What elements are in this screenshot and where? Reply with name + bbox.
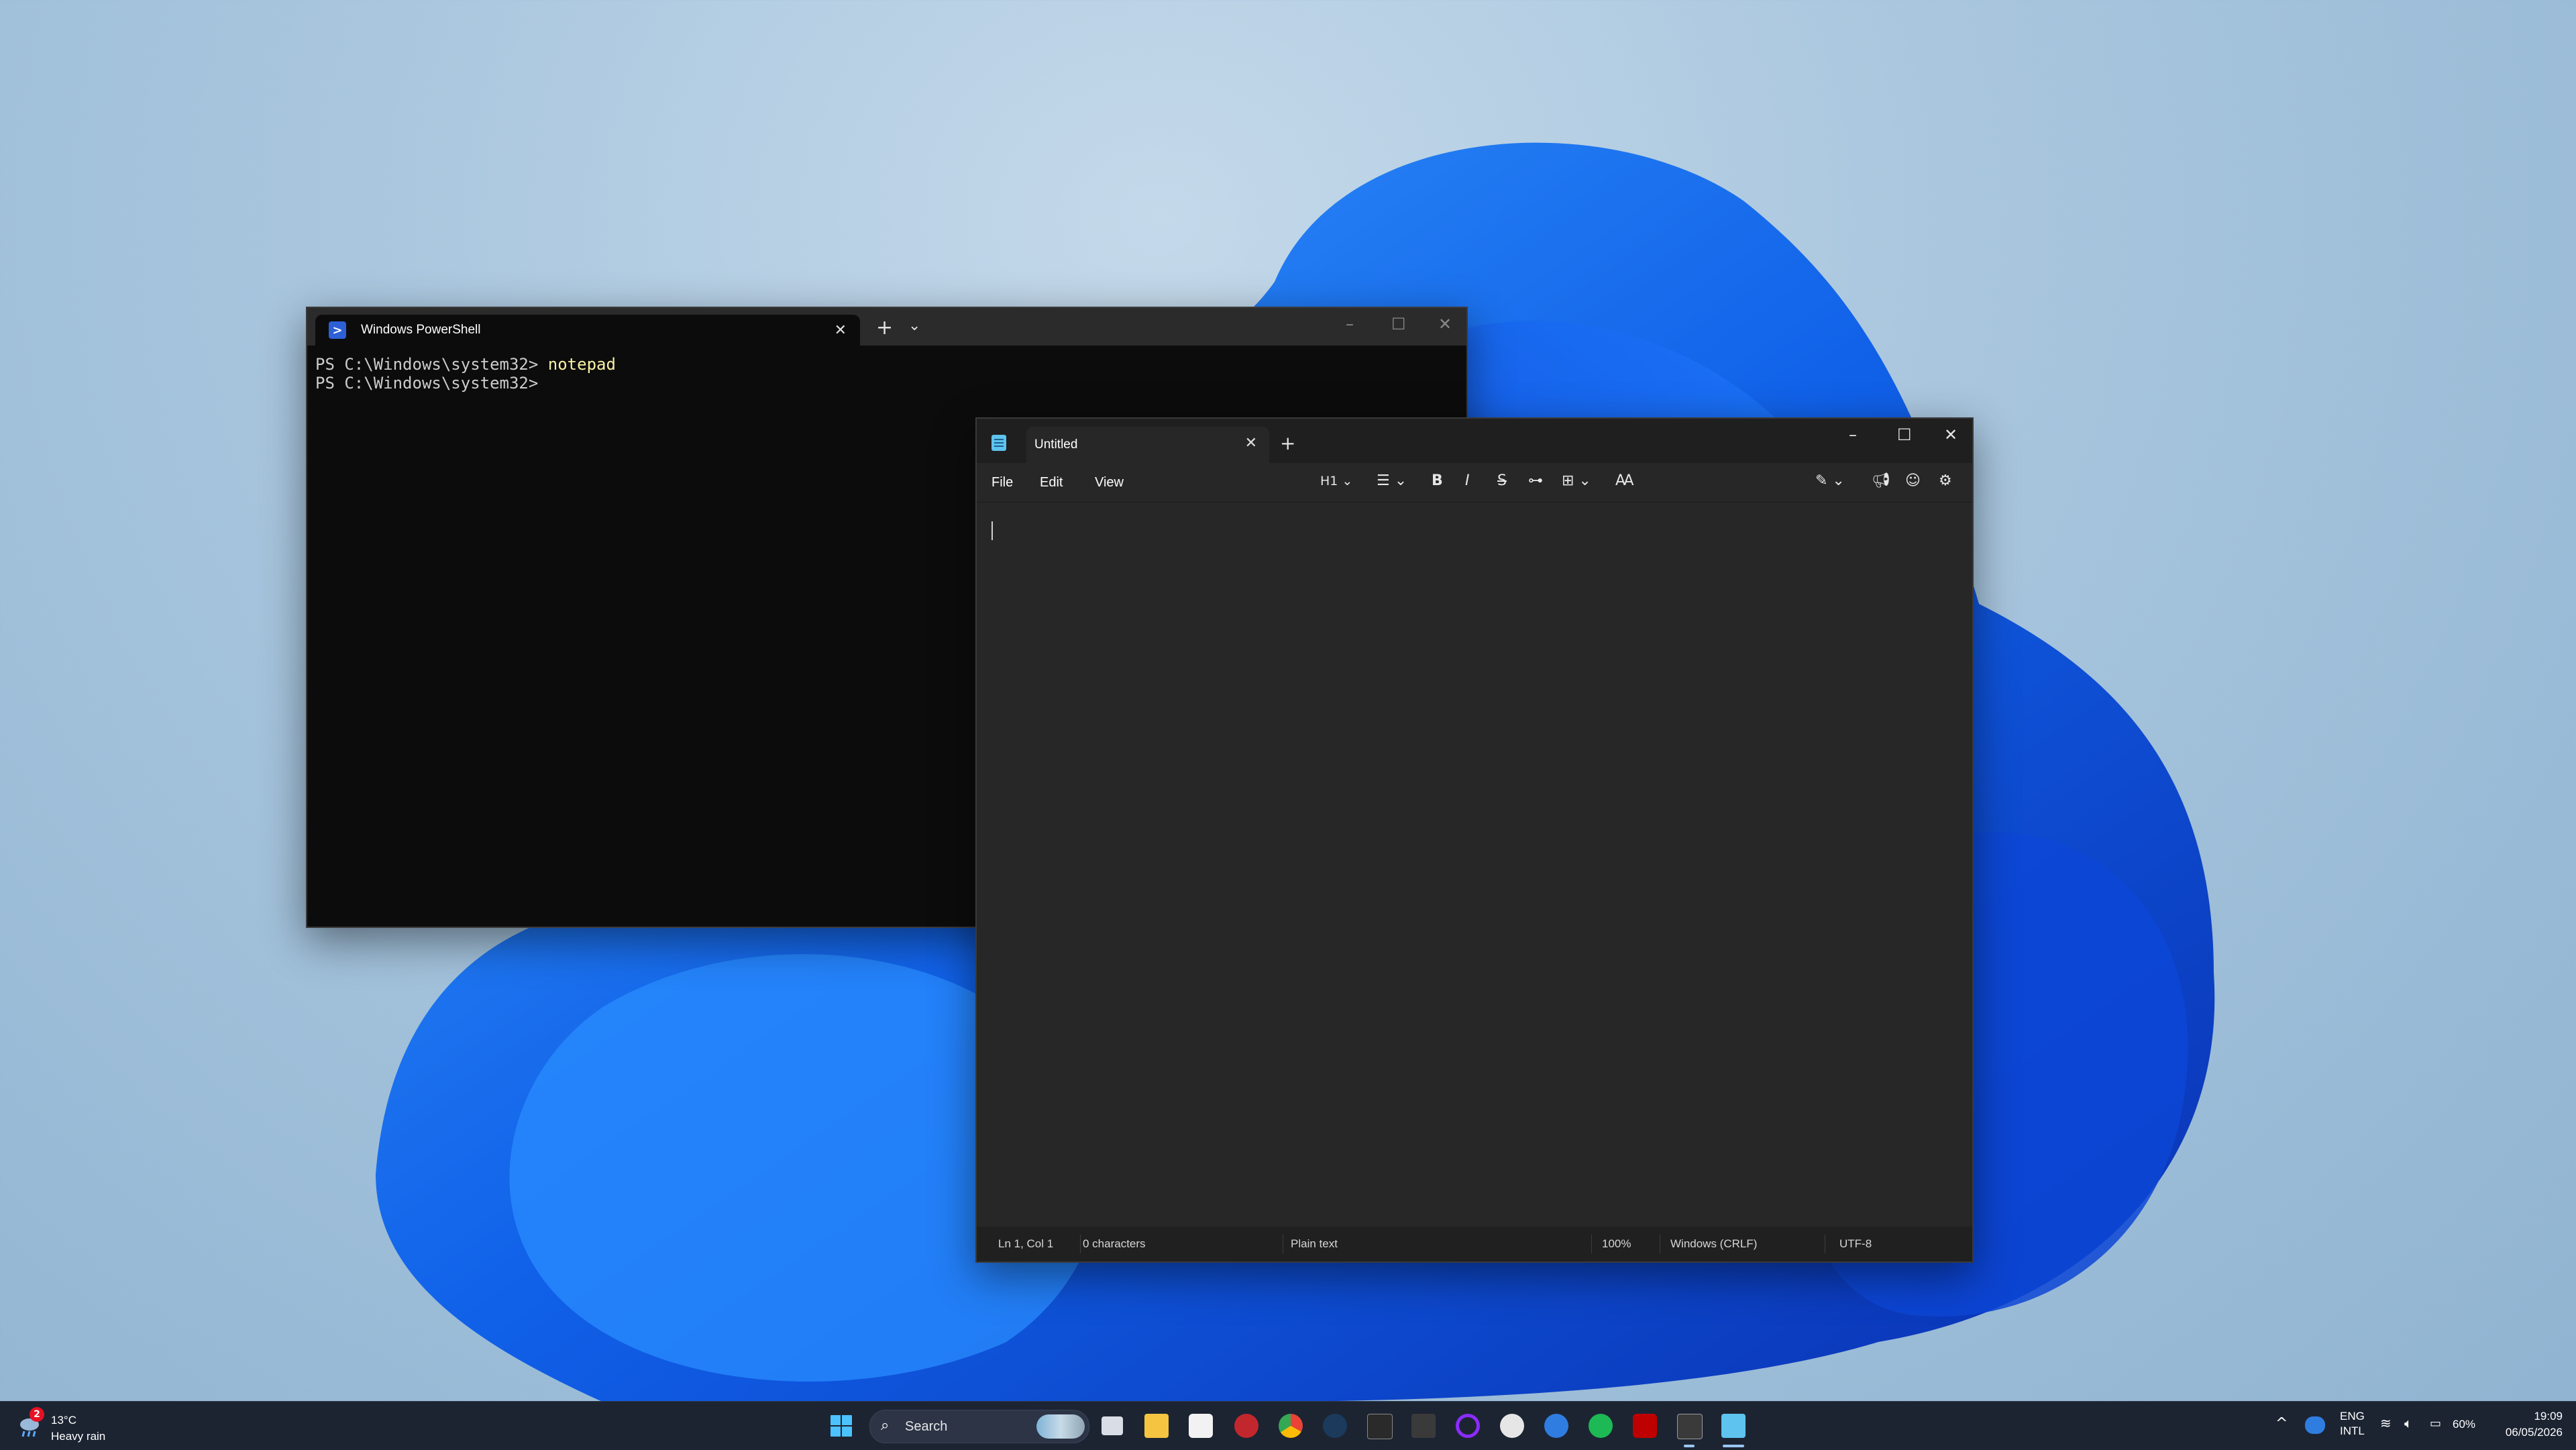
start-icon[interactable] <box>829 1414 853 1438</box>
weather-description: Heavy rain <box>51 1430 106 1443</box>
amazon-games-icon[interactable] <box>1411 1414 1436 1438</box>
notification-badge: 2 <box>30 1407 44 1422</box>
line-ending[interactable]: Windows (CRLF) <box>1670 1237 1757 1251</box>
cursor-position: Ln 1, Col 1 <box>998 1237 1054 1250</box>
active-indicator <box>1723 1445 1744 1447</box>
menu-view[interactable]: View <box>1095 475 1124 490</box>
heading-dropdown[interactable]: H1 ⌄ <box>1320 474 1352 488</box>
divider <box>1591 1235 1592 1253</box>
new-tab-button[interactable]: + <box>1280 432 1295 454</box>
chevron-down-icon[interactable]: ⌄ <box>908 317 920 334</box>
battery-percent: 60% <box>2453 1418 2476 1431</box>
italic-icon[interactable]: I <box>1465 472 1470 489</box>
app-red-icon[interactable] <box>1234 1414 1258 1438</box>
text-caret <box>991 521 993 540</box>
link-icon[interactable]: ⊶ <box>1528 472 1543 489</box>
gear-icon[interactable]: ⚙ <box>1939 472 1952 489</box>
command: notepad <box>547 355 616 374</box>
close-button[interactable]: ✕ <box>1944 425 1957 444</box>
prompt: PS C:\Windows\system32> <box>315 374 548 393</box>
copilot-icon[interactable]: ✎ ⌄ <box>1815 472 1845 489</box>
divider <box>1080 1235 1081 1253</box>
tab-title: Windows PowerShell <box>361 323 481 337</box>
close-tab-icon[interactable]: ✕ <box>835 322 847 339</box>
clear-format-icon[interactable]: Ꜳ <box>1615 472 1634 489</box>
purple-ring-icon[interactable] <box>1456 1414 1480 1438</box>
strikethrough-icon[interactable]: S <box>1497 472 1507 489</box>
notepad-icon[interactable] <box>1721 1414 1746 1438</box>
close-button[interactable]: ✕ <box>1438 315 1452 333</box>
menu-edit[interactable]: Edit <box>1040 475 1063 490</box>
task-view-icon[interactable] <box>1102 1416 1123 1435</box>
search-highlight-image <box>1036 1414 1085 1439</box>
terminal-titlebar[interactable]: > Windows PowerShell ✕ + ⌄ – ☐ ✕ <box>307 308 1466 346</box>
running-indicator <box>1684 1445 1695 1447</box>
clock-time[interactable]: 19:09 <box>2522 1410 2563 1423</box>
table-icon[interactable]: ⊞ ⌄ <box>1562 472 1591 489</box>
maximize-button[interactable]: ☐ <box>1391 315 1406 333</box>
terminal-output[interactable]: PS C:\Windows\system32> notepad PS C:\Wi… <box>307 346 1466 393</box>
steam-icon[interactable] <box>1323 1414 1347 1438</box>
menubar: File Edit View H1 ⌄ ☰ ⌄ B I S ⊶ ⊞ ⌄ Ꜳ ✎ … <box>977 463 1972 502</box>
encoding[interactable]: UTF-8 <box>1839 1237 1872 1251</box>
search-icon: ⌕ <box>881 1417 890 1434</box>
megaphone-icon[interactable]: 📢︎ <box>1872 472 1890 489</box>
format-indicator[interactable]: Plain text <box>1291 1237 1338 1251</box>
chrome-icon[interactable] <box>1279 1414 1303 1438</box>
chevron-up-icon[interactable]: ^ <box>2275 1415 2288 1432</box>
spotify-icon[interactable] <box>1589 1414 1613 1438</box>
character-count: 0 characters <box>1083 1237 1146 1250</box>
app-blue-icon[interactable] <box>1544 1414 1568 1438</box>
epic-games-icon[interactable] <box>1367 1414 1393 1439</box>
filezilla-icon[interactable] <box>1633 1414 1657 1438</box>
clock-date[interactable]: 06/05/2026 <box>2493 1426 2563 1439</box>
status-bar: Ln 1, Col 1 0 characters Plain text 100%… <box>977 1227 1972 1261</box>
heading-label: H1 <box>1320 474 1338 488</box>
notepad-icon <box>991 435 1006 451</box>
minimize-button[interactable]: – <box>1346 315 1354 333</box>
volume-icon[interactable]: 🔈︎ <box>2404 1415 2412 1431</box>
tab-title: Untitled <box>1034 437 1078 452</box>
onedrive-icon[interactable] <box>2305 1416 2325 1434</box>
notepad-titlebar[interactable]: Untitled ✕ + – ☐ ✕ <box>977 419 1972 463</box>
battery-icon[interactable]: ▭ <box>2430 1416 2441 1431</box>
taskbar: 2 13°C Heavy rain ⌕ Search ^ ENG INTL ≋ … <box>0 1401 2576 1450</box>
maximize-button[interactable]: ☐ <box>1897 425 1912 444</box>
list-icon[interactable]: ☰ ⌄ <box>1377 472 1407 489</box>
zoom-level[interactable]: 100% <box>1602 1237 1631 1251</box>
language-top[interactable]: ENG <box>2340 1410 2365 1423</box>
text-editor[interactable] <box>977 502 1972 1227</box>
weather-temperature: 13°C <box>51 1414 76 1427</box>
obs-icon[interactable] <box>1500 1414 1524 1438</box>
minimize-button[interactable]: – <box>1849 425 1857 444</box>
bold-icon[interactable]: B <box>1432 472 1443 489</box>
account-icon[interactable]: ☺ <box>1905 472 1921 489</box>
wifi-icon[interactable]: ≋ <box>2380 1415 2392 1431</box>
notepad-window[interactable]: Untitled ✕ + – ☐ ✕ File Edit View H1 ⌄ ☰… <box>975 417 1974 1263</box>
search-box[interactable]: ⌕ Search <box>869 1410 1089 1443</box>
tab-windows-powershell[interactable]: > Windows PowerShell ✕ <box>315 315 860 346</box>
file-explorer-icon[interactable] <box>1144 1414 1169 1438</box>
language-bottom[interactable]: INTL <box>2340 1425 2365 1438</box>
prompt: PS C:\Windows\system32> <box>315 355 548 374</box>
close-tab-icon[interactable]: ✕ <box>1245 435 1257 452</box>
powershell-icon: > <box>329 321 346 339</box>
new-tab-button[interactable]: + <box>876 316 893 340</box>
menu-file[interactable]: File <box>991 475 1013 490</box>
search-placeholder: Search <box>905 1419 948 1434</box>
microsoft-store-icon[interactable] <box>1189 1414 1213 1438</box>
terminal-icon[interactable] <box>1677 1414 1703 1439</box>
tab-untitled[interactable]: Untitled ✕ <box>1026 427 1269 463</box>
